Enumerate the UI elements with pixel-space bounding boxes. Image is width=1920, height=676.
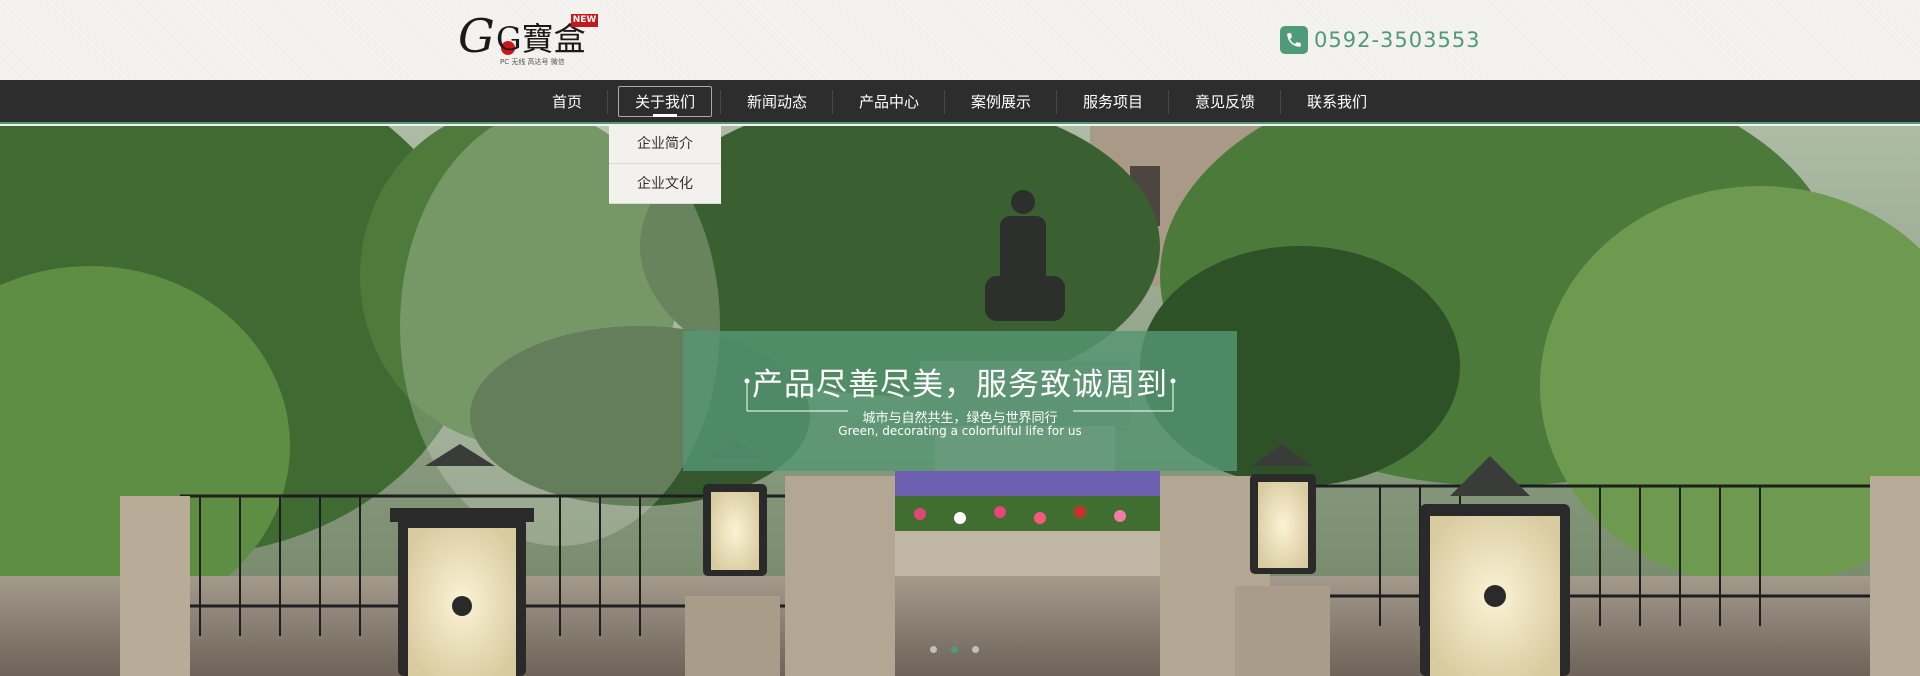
dropdown-item-company-profile[interactable]: 企业简介 <box>609 124 721 164</box>
nav-item-home[interactable]: 首页 <box>534 80 600 124</box>
nav-separator <box>1056 90 1057 114</box>
slider-dot[interactable] <box>972 646 979 653</box>
nav-item-news[interactable]: 新闻动态 <box>730 80 824 124</box>
nav-separator <box>944 90 945 114</box>
nav-active-underline <box>653 114 677 117</box>
nav-item-about[interactable]: 关于我们 <box>618 80 712 124</box>
nav-separator <box>832 90 833 114</box>
phone-icon <box>1280 26 1308 54</box>
nav-item-cases[interactable]: 案例展示 <box>954 80 1048 124</box>
nav-separator <box>1280 90 1281 114</box>
dropdown-item-company-culture[interactable]: 企业文化 <box>609 164 721 204</box>
slider-dot-active[interactable] <box>951 646 958 653</box>
logo-subtitle: PC 无线 高达号 微信 <box>500 58 565 66</box>
about-dropdown-menu: 企业简介 企业文化 <box>609 124 721 204</box>
nav-item-contact[interactable]: 联系我们 <box>1290 80 1384 124</box>
banner-english-tagline: Green, decorating a colorfulful life for… <box>838 424 1082 438</box>
slider-dots <box>930 646 979 653</box>
nav-item-feedback[interactable]: 意见反馈 <box>1178 80 1272 124</box>
phone-contact[interactable]: 0592-3503553 <box>1280 26 1481 54</box>
nav-item-products[interactable]: 产品中心 <box>842 80 936 124</box>
phone-number: 0592-3503553 <box>1314 28 1481 52</box>
banner-caption-box: 产品尽善尽美，服务致诚周到 城市与自然共生，绿色与世界同行 Green, dec… <box>683 331 1237 471</box>
nav-active-frame <box>618 86 712 117</box>
nav-item-services[interactable]: 服务项目 <box>1066 80 1160 124</box>
new-badge: NEW <box>571 14 598 27</box>
nav-separator <box>1168 90 1169 114</box>
hero-banner: 产品尽善尽美，服务致诚周到 城市与自然共生，绿色与世界同行 Green, dec… <box>0 126 1920 676</box>
svg-text:G: G <box>458 10 495 63</box>
main-nav: 首页 关于我们 新闻动态 产品中心 案例展示 服务项目 意见反馈 联系我们 <box>0 80 1920 124</box>
nav-separator <box>607 90 608 114</box>
nav-separator <box>720 90 721 114</box>
slider-dot[interactable] <box>930 646 937 653</box>
site-header: G G寶盒 NEW PC 无线 高达号 微信 0592-3503553 <box>0 0 1920 80</box>
